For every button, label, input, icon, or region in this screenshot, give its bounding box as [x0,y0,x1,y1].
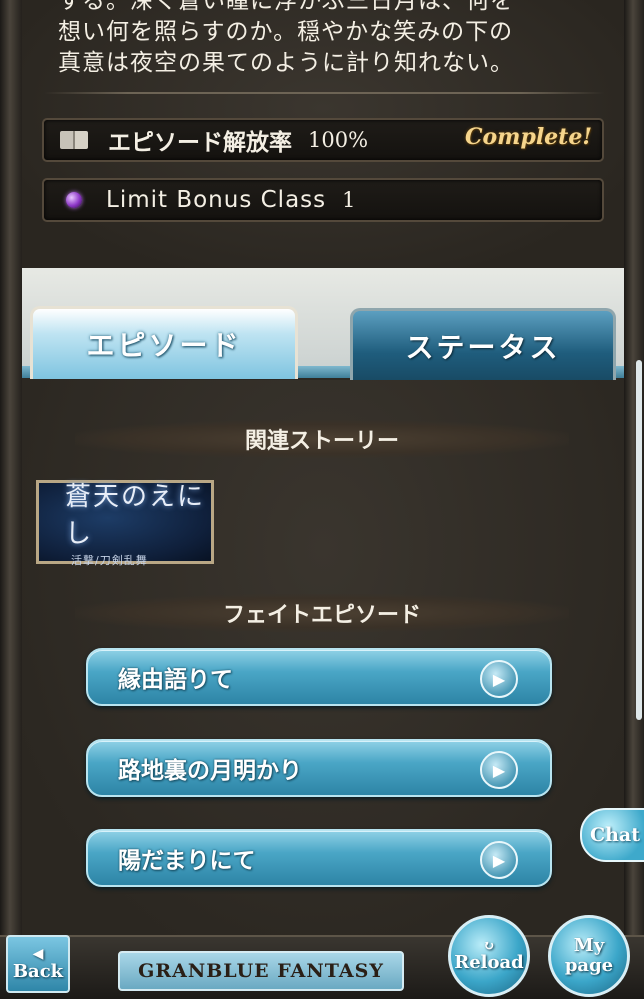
left-frame [0,0,22,999]
mypage-label-my: My [573,935,605,956]
related-story-banner[interactable]: 蒼天のえにし 活撃/刀剣乱舞 [36,480,214,567]
chat-button[interactable]: Chat [580,808,644,862]
reload-label: Reload [454,952,524,973]
tab-status[interactable]: ステータス [350,308,616,381]
back-arrow-icon: ◀ [32,945,44,962]
back-label: Back [12,960,64,982]
back-button[interactable]: ◀ Back [6,935,70,993]
episode-rate-label: エピソード解放率 [108,130,292,156]
character-description: する。深く蒼い瞳に浮かぶ三日月は、何を 想い何を照らすのか。穏やかな笑みの下の … [58,0,514,76]
related-story-header: 関連ストーリー [75,420,569,458]
episode-rate-row: エピソード解放率 100% Complete! [42,118,604,162]
play-icon: ▶ [480,660,518,698]
orb-icon [66,192,82,208]
fate-episode-label: 縁由語りて [118,667,233,693]
banner-title: 蒼天のえにし [65,482,206,549]
fate-episode-button[interactable]: 縁由語りて ▶ [86,648,552,706]
limit-bonus-label: Limit Bonus Class [106,187,327,213]
episode-rate-value: 100% [308,128,369,152]
play-icon: ▶ [480,751,518,789]
fate-episode-label: 陽だまりにて [118,848,256,874]
mypage-label-page: page [564,955,614,976]
fate-episode-label: 路地裏の月明かり [118,758,302,784]
divider [44,92,604,94]
fate-episode-header: フェイトエピソード [75,594,569,632]
mypage-button[interactable]: My page [548,915,630,997]
fate-episode-button[interactable]: 陽だまりにて ▶ [86,829,552,887]
fate-episode-button[interactable]: 路地裏の月明かり ▶ [86,739,552,797]
tab-episode[interactable]: エピソード [30,306,298,379]
book-icon [60,131,88,149]
game-logo: GRANBLUE FANTASY [118,951,404,991]
reload-button[interactable]: ↻ Reload [448,915,530,997]
limit-bonus-value: 1 [342,188,356,212]
scrollbar[interactable] [636,360,642,720]
reload-icon: ↻ [483,938,495,954]
complete-badge: Complete! [464,124,592,150]
limit-bonus-row: Limit Bonus Class 1 [42,178,604,222]
play-icon: ▶ [480,841,518,879]
banner-subtitle: 活撃/刀剣乱舞 [71,554,148,567]
